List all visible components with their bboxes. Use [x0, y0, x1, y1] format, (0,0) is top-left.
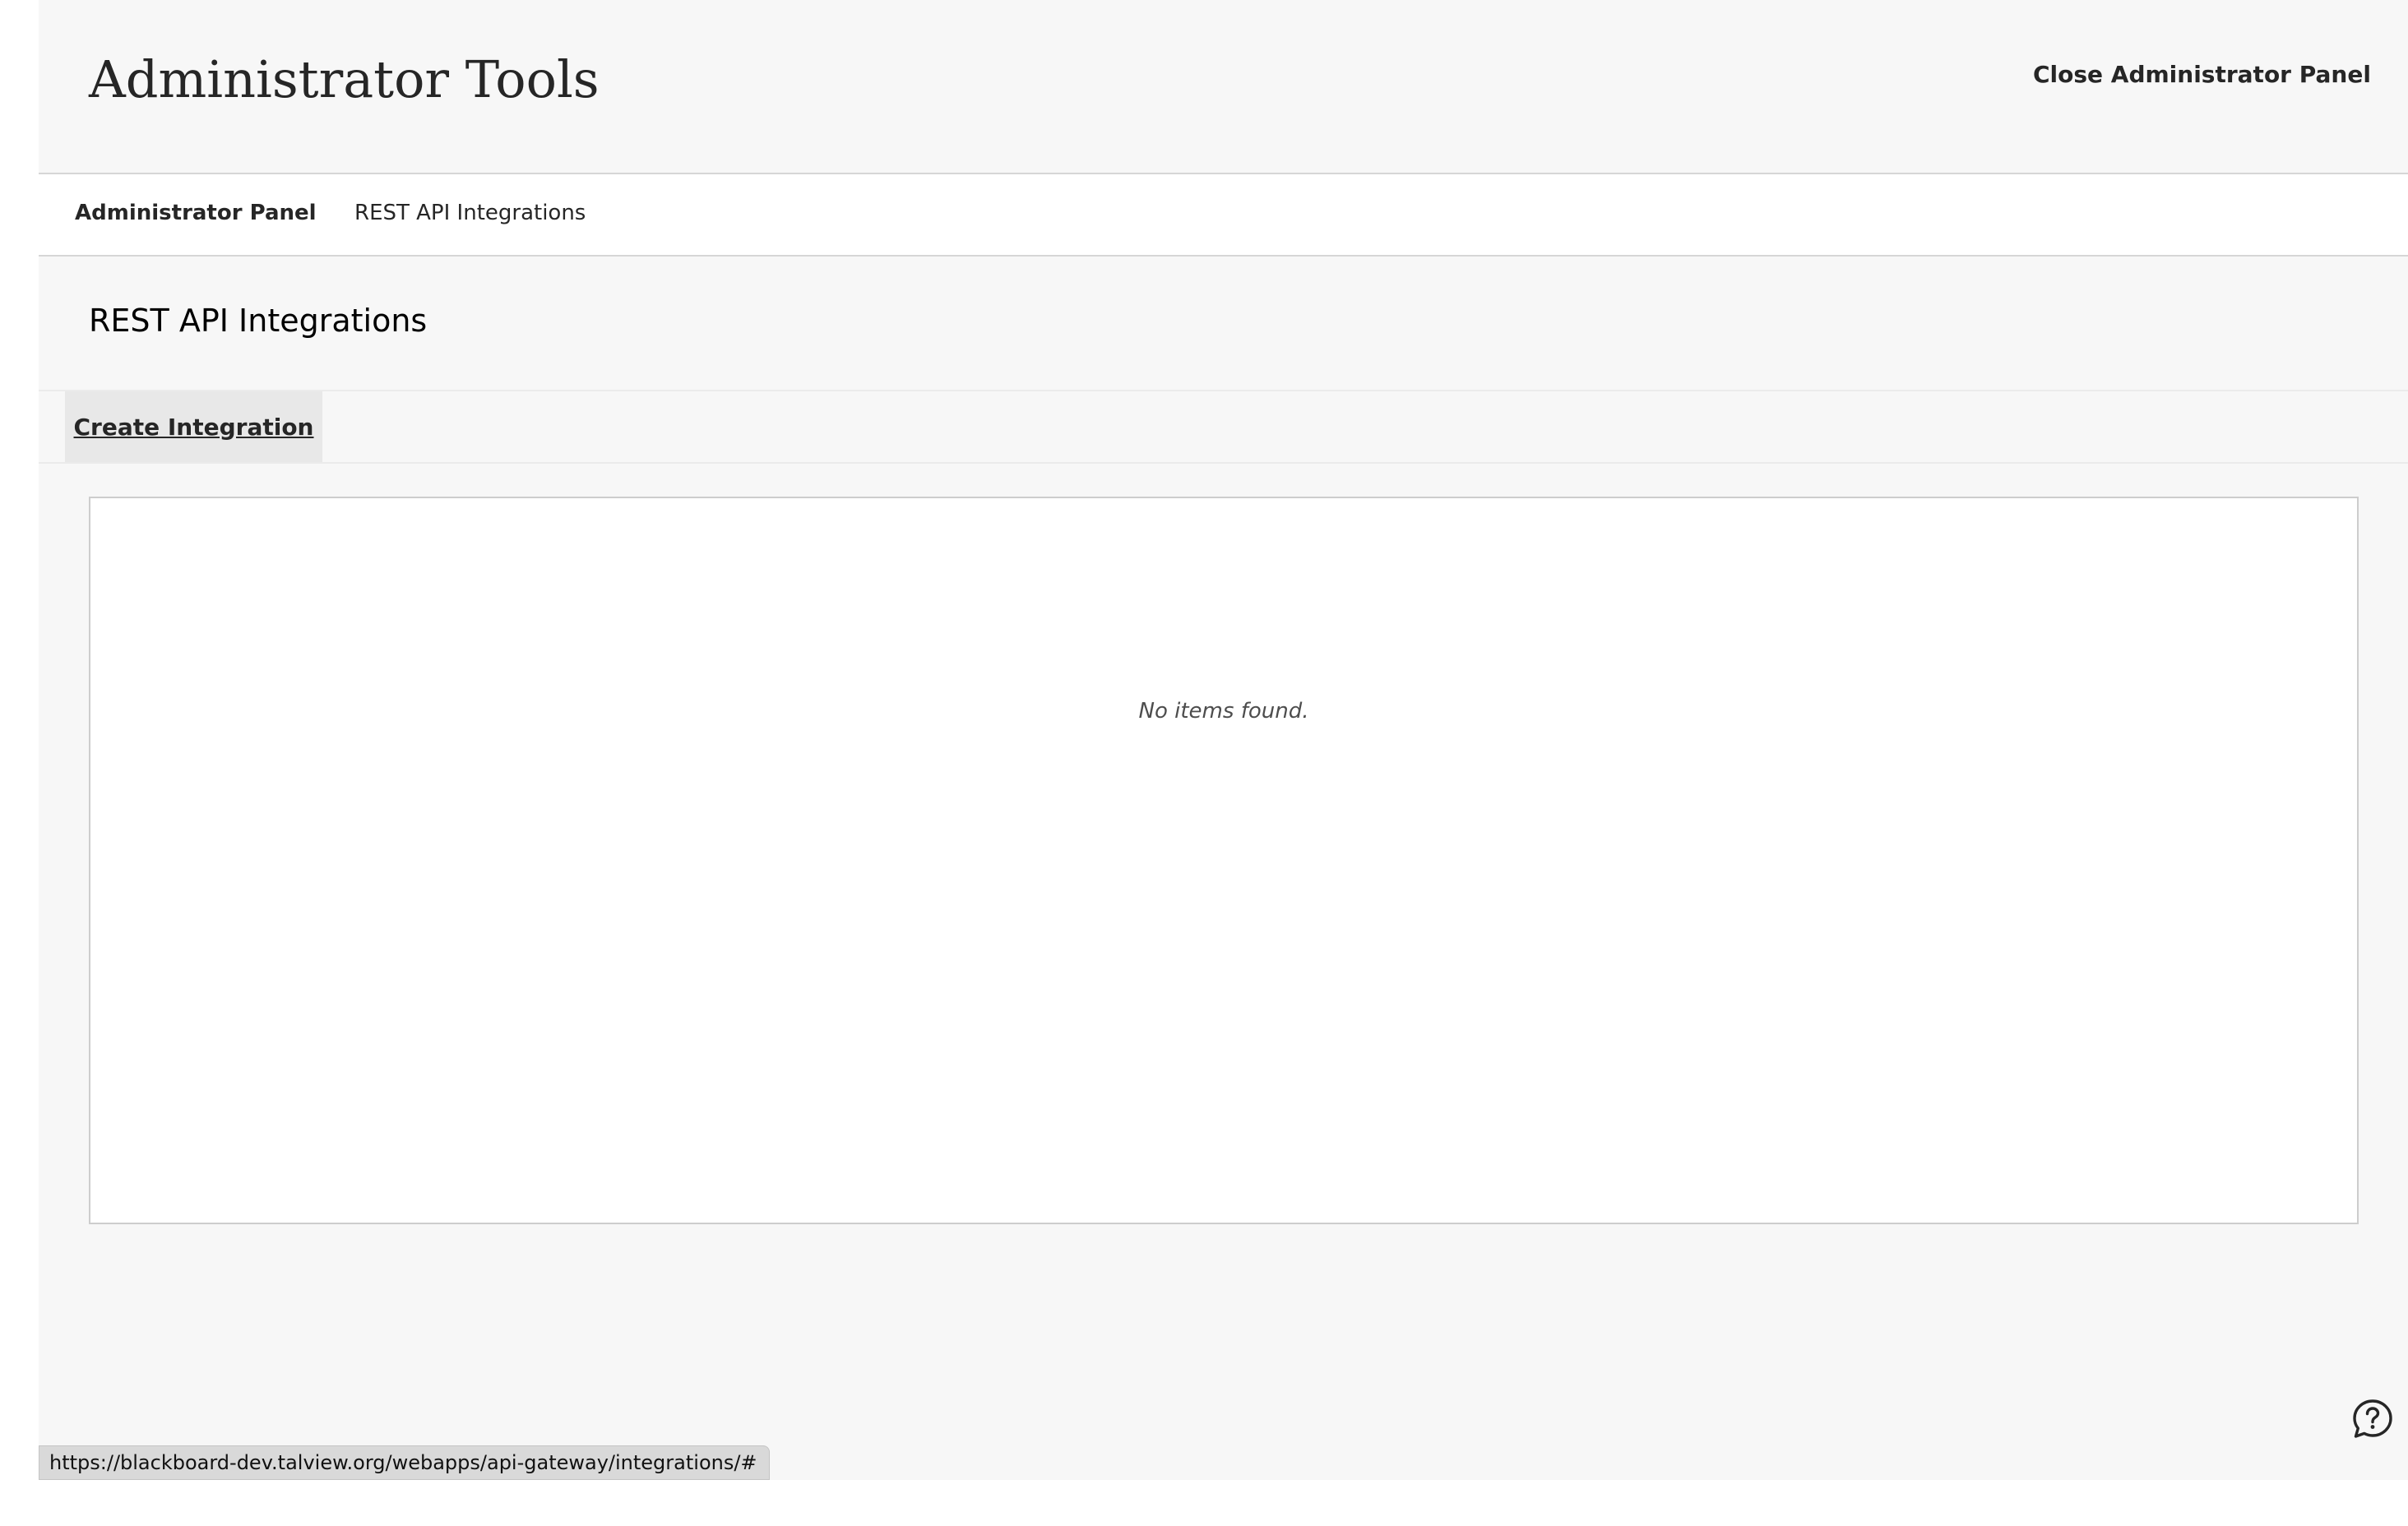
status-bar-url: https://blackboard-dev.talview.org/webap… — [39, 1445, 770, 1480]
help-circle-icon[interactable] — [2351, 1398, 2394, 1440]
section-title: REST API Integrations — [89, 303, 428, 339]
breadcrumb-admin-panel[interactable]: Administrator Panel — [75, 201, 317, 225]
create-integration-label: Create Integration — [73, 413, 314, 441]
close-admin-panel-button[interactable]: Close Administrator Panel — [2033, 61, 2371, 88]
integrations-list: No items found. — [89, 497, 2359, 1224]
admin-tools-window: Administrator Tools Close Administrator … — [39, 0, 2408, 1480]
page-title: Administrator Tools — [89, 49, 600, 109]
header: Administrator Tools Close Administrator … — [39, 0, 2408, 174]
breadcrumb-rest-api-integrations: REST API Integrations — [354, 201, 586, 225]
create-integration-button[interactable]: Create Integration — [65, 391, 322, 462]
toolbar: Create Integration — [39, 390, 2408, 464]
empty-state-message: No items found. — [1138, 699, 1309, 724]
breadcrumb: Administrator Panel REST API Integration… — [39, 174, 2408, 257]
left-margin — [0, 0, 39, 1526]
